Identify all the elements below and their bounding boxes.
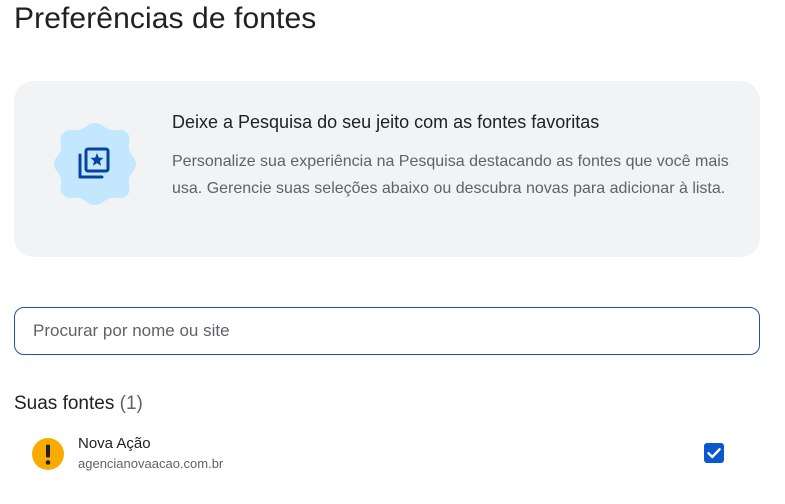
checkmark-icon <box>707 448 721 459</box>
search-input[interactable] <box>33 308 733 354</box>
your-sources-heading: Suas fontes (1) <box>14 392 143 416</box>
promo-card: Deixe a Pesquisa do seu jeito com as fon… <box>14 81 760 257</box>
promo-description: Personalize sua experiência na Pesquisa … <box>172 153 729 197</box>
page-title: Preferências de fontes <box>14 2 317 35</box>
source-checkbox[interactable] <box>704 443 724 463</box>
font-preferences-page: Preferências de fontes Deixe a Pesquisa … <box>0 0 785 504</box>
promo-heading: Deixe a Pesquisa do seu jeito com as fon… <box>172 112 600 132</box>
promo-badge <box>50 119 140 209</box>
search-box[interactable] <box>14 307 760 355</box>
your-sources-count: (1) <box>119 393 143 414</box>
bookmark-star-photos-icon <box>54 123 136 205</box>
source-url: agencianovaacao.com.br <box>78 456 224 471</box>
your-sources-label: Suas fontes <box>14 393 115 414</box>
source-list-item: Nova Ação agencianovaacao.com.br <box>14 430 760 482</box>
source-name: Nova Ação <box>78 435 151 452</box>
warning-exclamation-icon <box>32 438 64 470</box>
